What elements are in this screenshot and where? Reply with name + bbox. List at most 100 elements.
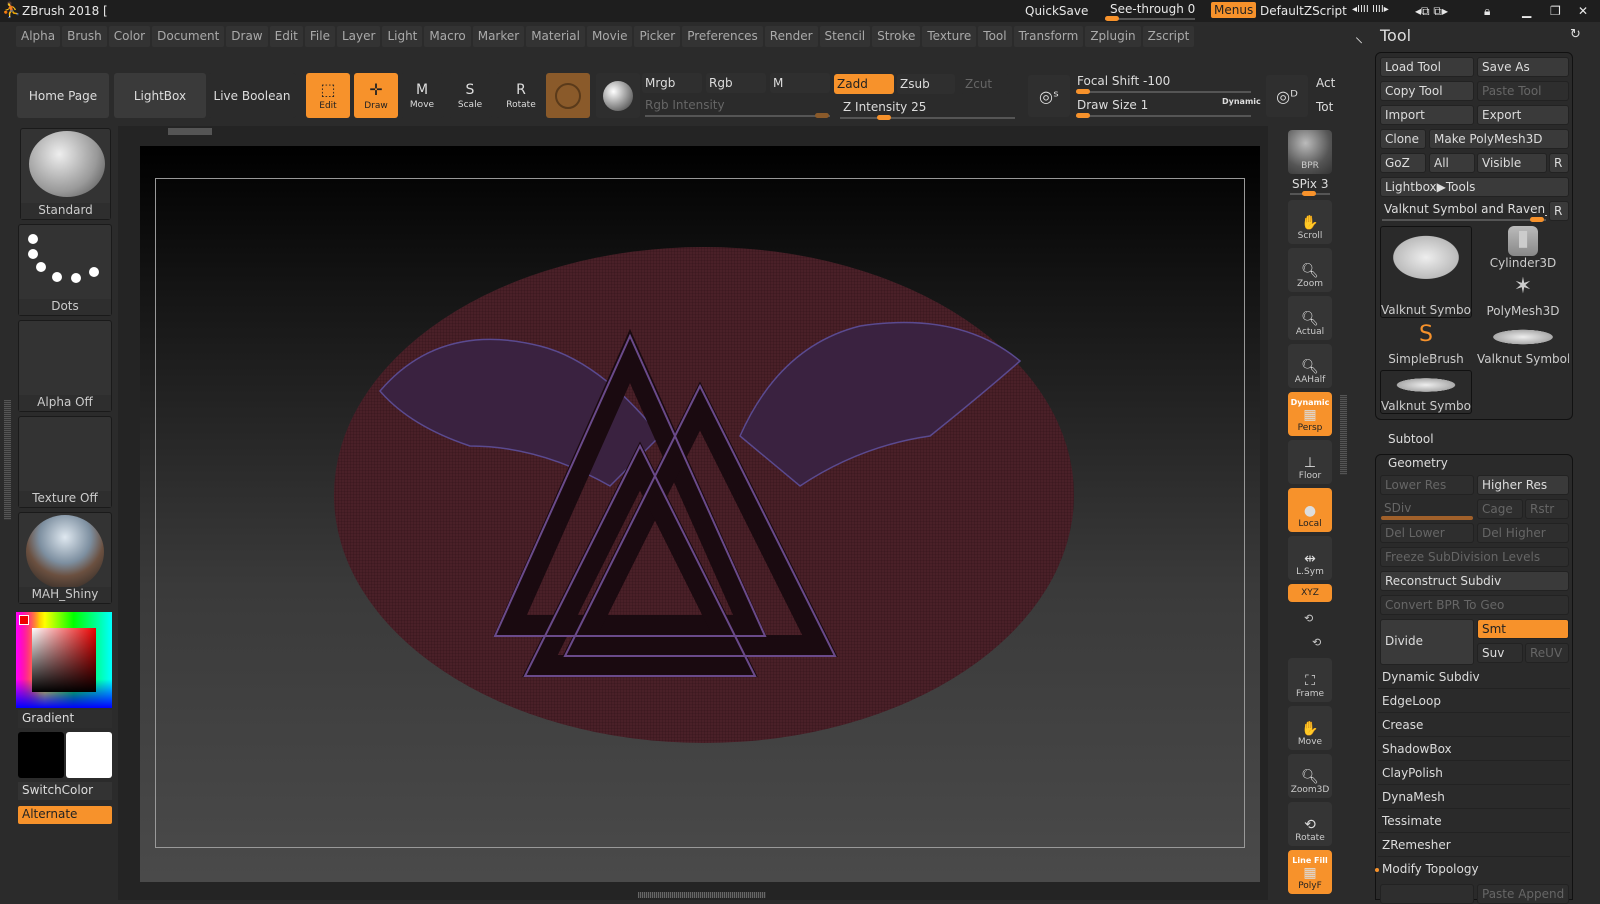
make-polymesh3d-button[interactable]: Make PolyMesh3D xyxy=(1429,129,1569,149)
polyf-button[interactable]: Line Fill ▦ PolyF xyxy=(1288,850,1332,894)
geometry-subsection-shadowbox[interactable]: ShadowBox xyxy=(1378,738,1570,761)
rotate-button[interactable]: R Rotate xyxy=(496,73,546,118)
live-boolean-button[interactable]: Live Boolean xyxy=(208,73,296,118)
persp-button[interactable]: Dynamic ▦ Persp xyxy=(1288,392,1332,436)
menu-zplugin[interactable]: Zplugin xyxy=(1085,26,1141,47)
goz-visible-button[interactable]: Visible xyxy=(1477,153,1547,173)
geometry-subsection-dynamesh[interactable]: DynaMesh xyxy=(1378,786,1570,809)
alternate-button[interactable]: Alternate xyxy=(18,806,112,824)
z-intensity-slider[interactable]: Z Intensity 25 xyxy=(843,100,926,114)
smt-toggle[interactable]: Smt xyxy=(1477,619,1569,639)
cage-button[interactable]: Cage xyxy=(1477,499,1523,519)
lightbox-button[interactable]: LightBox xyxy=(114,73,206,118)
default-zscript-button[interactable]: DefaultZScript xyxy=(1260,4,1347,18)
floor-button[interactable]: ⊥ Floor xyxy=(1288,440,1332,484)
dynamic-toggle[interactable]: Dynamic xyxy=(1222,97,1261,106)
geometry-subsection-tessimate[interactable]: Tessimate xyxy=(1378,810,1570,833)
reconstruct-subdiv-button[interactable]: Reconstruct Subdiv xyxy=(1380,571,1569,591)
goz-all-button[interactable]: All xyxy=(1429,153,1475,173)
menu-alpha[interactable]: Alpha xyxy=(16,26,61,47)
switch-color-button[interactable]: SwitchColor xyxy=(18,782,112,800)
rotate-button[interactable]: ⟲ Rotate xyxy=(1288,802,1332,846)
convert-bpr-button[interactable]: Convert BPR To Geo xyxy=(1380,595,1569,615)
frame-button[interactable]: ⛶ Frame xyxy=(1288,658,1332,702)
home-page-button[interactable]: Home Page xyxy=(17,73,109,118)
canvas-scrollbar[interactable] xyxy=(168,128,212,135)
valknut-raven-model[interactable] xyxy=(140,146,1260,882)
ui-layout-icon[interactable]: ◂⧉ ⧉▸ xyxy=(1415,4,1448,19)
lazy-mouse-s-icon[interactable]: ◎ˢ xyxy=(1028,75,1070,117)
menu-movie[interactable]: Movie xyxy=(586,26,633,47)
z-intensity-track[interactable] xyxy=(840,115,1015,120)
rgb-button[interactable]: Rgb xyxy=(706,73,766,93)
lsym-button[interactable]: ⇹ L.Sym xyxy=(1288,536,1332,580)
tool-thumbnail[interactable]: ✶ PolyMesh3D xyxy=(1477,274,1569,320)
freeze-subdivision-button[interactable]: Freeze SubDivision Levels xyxy=(1380,547,1569,567)
material-selector[interactable]: MAH_Shiny xyxy=(18,512,112,604)
rgb-intensity-track[interactable] xyxy=(645,113,830,118)
menu-render[interactable]: Render xyxy=(764,26,818,47)
lock-icon[interactable]: 🔒︎ xyxy=(1484,4,1490,19)
tool-thumbnail[interactable]: Valknut Symbol a xyxy=(1380,226,1472,318)
current-tool-r-button[interactable]: R xyxy=(1549,201,1569,221)
menu-draw[interactable]: Draw xyxy=(226,26,268,47)
menu-file[interactable]: File xyxy=(304,26,335,47)
load-tool-button[interactable]: Load Tool xyxy=(1380,57,1474,77)
secondary-color-swatch[interactable] xyxy=(66,732,112,778)
copy-tool-button[interactable]: Copy Tool xyxy=(1380,81,1474,101)
restore-icon[interactable]: ❐ xyxy=(1550,4,1561,18)
main-color-swatch[interactable] xyxy=(18,732,64,778)
menu-color[interactable]: Color xyxy=(108,26,151,47)
rgb-intensity-slider[interactable]: Rgb Intensity xyxy=(645,98,725,112)
mrgb-button[interactable]: Mrgb xyxy=(642,73,702,93)
bpr-button[interactable]: BPR xyxy=(1288,130,1332,174)
clone-button[interactable]: Clone xyxy=(1380,129,1426,149)
tool-thumbnail[interactable]: Valknut Symbol a xyxy=(1380,370,1472,414)
left-shelf-collapse-handle[interactable] xyxy=(4,400,11,520)
menu-material[interactable]: Material xyxy=(526,26,585,47)
import-button[interactable]: Import xyxy=(1380,105,1474,125)
m-button[interactable]: M xyxy=(770,73,830,93)
rotate-z-icon[interactable]: ⟲ xyxy=(1312,636,1321,649)
menu-stencil[interactable]: Stencil xyxy=(819,26,871,47)
actual-button[interactable]: 🔍︎ Actual xyxy=(1288,296,1332,340)
lazy-mouse-d-icon[interactable]: ◎ᴰ xyxy=(1266,75,1308,117)
zcut-button[interactable]: Zcut xyxy=(960,74,1010,94)
geometry-subsection-zremesher[interactable]: ZRemesher xyxy=(1378,834,1570,857)
goz-r-button[interactable]: R xyxy=(1549,153,1569,173)
texture-selector[interactable]: Texture Off xyxy=(18,416,112,508)
draw-size-track[interactable] xyxy=(1076,113,1251,118)
subtool-section[interactable]: Subtool xyxy=(1388,432,1434,446)
brush-preview-icon[interactable] xyxy=(546,73,590,118)
save-as-button[interactable]: Save As xyxy=(1477,57,1569,77)
menu-edit[interactable]: Edit xyxy=(269,26,303,47)
current-tool-slider[interactable]: Valknut Symbol and Raven_Z1 xyxy=(1380,200,1547,220)
rstr-button[interactable]: Rstr xyxy=(1525,499,1569,519)
bottom-tray-handle[interactable] xyxy=(638,892,766,898)
geometry-section-title[interactable]: Geometry xyxy=(1388,456,1448,470)
document[interactable] xyxy=(140,146,1260,882)
tool-thumbnail[interactable]: Valknut Symbol a xyxy=(1477,322,1569,368)
menu-zscript[interactable]: Zscript xyxy=(1142,26,1195,47)
canvas-area[interactable] xyxy=(118,126,1268,900)
del-lower-button[interactable]: Del Lower xyxy=(1380,523,1474,543)
focal-shift-slider[interactable]: Focal Shift -100 xyxy=(1077,74,1170,88)
move-button[interactable]: ✋ Move xyxy=(1288,706,1332,750)
suv-toggle[interactable]: Suv xyxy=(1477,643,1523,663)
edit-button[interactable]: ⬚ Edit xyxy=(306,73,350,118)
zadd-button[interactable]: Zadd xyxy=(834,74,894,94)
menu-light[interactable]: Light xyxy=(382,26,423,47)
lightbox-tools-button[interactable]: Lightbox▶Tools xyxy=(1380,177,1569,197)
menu-brush[interactable]: Brush xyxy=(62,26,107,47)
spix-slider[interactable]: SPix 3 xyxy=(1292,177,1328,191)
divide-button[interactable]: Divide xyxy=(1380,619,1474,665)
tool-thumbnail[interactable]: ▮ Cylinder3D xyxy=(1477,226,1569,272)
xyz-button[interactable]: XYZ xyxy=(1288,584,1332,602)
geometry-subsection-edgeloop[interactable]: EdgeLoop xyxy=(1378,690,1570,713)
alpha-selector[interactable]: Alpha Off xyxy=(18,320,112,412)
menu-preferences[interactable]: Preferences xyxy=(682,26,763,47)
paste-tool-button[interactable]: Paste Tool xyxy=(1477,81,1569,101)
goz-button[interactable]: GoZ xyxy=(1380,153,1426,173)
geometry-subsection-dynamic-subdiv[interactable]: Dynamic Subdiv xyxy=(1378,666,1570,689)
menus-button[interactable]: Menus xyxy=(1211,2,1257,18)
